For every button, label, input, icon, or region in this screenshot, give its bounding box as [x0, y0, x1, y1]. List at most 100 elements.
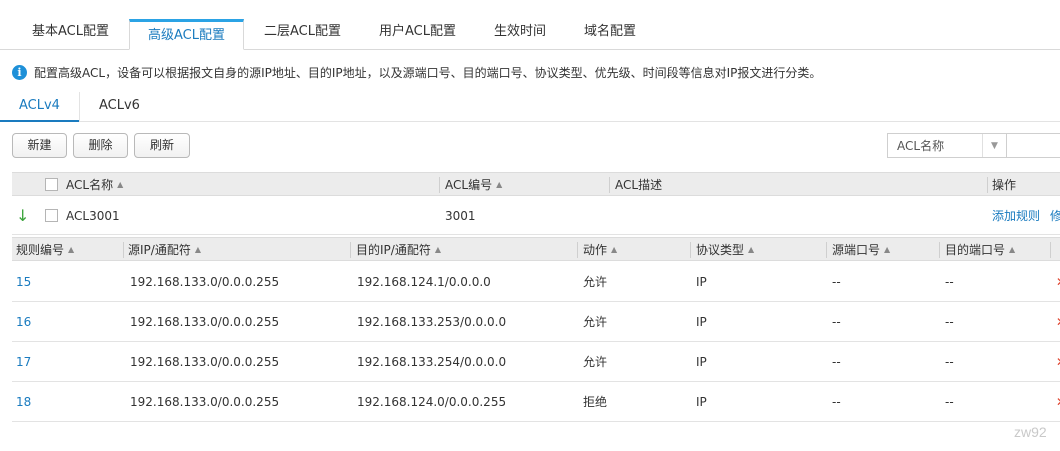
rule-id-link[interactable]: 17	[16, 342, 31, 381]
destination-ip-cell: 192.168.133.254/0.0.0.0	[357, 354, 507, 369]
table-row: ↓ ACL3001 3001 添加规则 修	[12, 197, 1060, 235]
info-message: i 配置高级ACL，设备可以根据报文自身的源IP地址、目的IP地址，以及源端口号…	[12, 62, 821, 82]
source-ip-cell: 192.168.133.0/0.0.0.255	[130, 314, 280, 329]
rule-id-link[interactable]: 18	[16, 382, 31, 421]
sort-up-icon: ▲	[748, 244, 755, 254]
row-checkbox[interactable]	[45, 209, 58, 222]
col-acl-name-label: ACL名称	[66, 177, 114, 192]
destination-port-cell: --	[945, 274, 954, 289]
info-text: 配置高级ACL，设备可以根据报文自身的源IP地址、目的IP地址，以及源端口号、目…	[34, 65, 822, 80]
sort-up-icon: ▲	[117, 179, 124, 189]
col-destination-port[interactable]: 目的端口号 ▲	[945, 238, 1015, 260]
acl-number-cell: 3001	[445, 208, 476, 223]
column-divider	[577, 242, 578, 258]
source-port-cell: --	[832, 314, 841, 329]
tab-advanced-acl[interactable]: 高级ACL配置	[129, 19, 244, 50]
sort-up-icon: ▲	[194, 244, 201, 254]
rule-table-header: 规则编号 ▲ 源IP/通配符 ▲ 目的IP/通配符 ▲ 动作 ▲ 协议类型 ▲ 源端口号 ▲…	[12, 237, 1060, 261]
sort-up-icon: ▲	[884, 244, 891, 254]
table-row: 16 192.168.133.0/0.0.0.255 192.168.133.2…	[12, 302, 1060, 342]
protocol-cell: IP	[696, 314, 707, 329]
new-button[interactable]: 新建	[12, 133, 67, 158]
sort-up-icon: ▲	[496, 179, 503, 189]
destination-port-cell: --	[945, 394, 954, 409]
col-source-port-label: 源端口号	[832, 242, 881, 257]
edit-link[interactable]: 修	[1050, 197, 1060, 234]
delete-icon[interactable]: ✕	[1056, 275, 1060, 289]
destination-ip-cell: 192.168.133.253/0.0.0.0	[357, 314, 507, 329]
sort-up-icon: ▲	[434, 244, 441, 254]
column-divider	[690, 242, 691, 258]
col-rule-id-label: 规则编号	[16, 242, 65, 257]
destination-ip-cell: 192.168.124.1/0.0.0.0	[357, 274, 491, 289]
source-port-cell: --	[832, 394, 841, 409]
col-operation: 操作	[992, 173, 1016, 195]
destination-ip-cell: 192.168.124.0/0.0.0.255	[357, 394, 507, 409]
col-source-ip[interactable]: 源IP/通配符 ▲	[128, 238, 201, 260]
rule-id-link[interactable]: 16	[16, 302, 31, 341]
tab-user-acl[interactable]: 用户ACL配置	[361, 17, 474, 49]
tab-basic-acl[interactable]: 基本ACL配置	[14, 17, 127, 49]
table-row: 18 192.168.133.0/0.0.0.255 192.168.124.0…	[12, 382, 1060, 422]
column-divider	[1050, 242, 1051, 258]
col-source-ip-label: 源IP/通配符	[128, 242, 191, 257]
rule-id-link[interactable]: 15	[16, 262, 31, 301]
protocol-cell: IP	[696, 394, 707, 409]
action-cell: 允许	[583, 275, 608, 289]
protocol-cell: IP	[696, 274, 707, 289]
sub-tab-bar: ACLv4 ACLv6	[0, 92, 1060, 122]
info-icon: i	[12, 64, 27, 80]
destination-port-cell: --	[945, 314, 954, 329]
refresh-button[interactable]: 刷新	[134, 133, 190, 158]
tab-aclv6[interactable]: ACLv6	[80, 92, 159, 122]
col-acl-name[interactable]: ACL名称 ▲	[66, 173, 123, 195]
col-destination-ip-label: 目的IP/通配符	[356, 242, 431, 257]
column-divider	[609, 177, 610, 193]
col-protocol[interactable]: 协议类型 ▲	[696, 238, 754, 260]
col-destination-port-label: 目的端口号	[945, 242, 1006, 257]
col-action[interactable]: 动作 ▲	[583, 238, 617, 260]
source-ip-cell: 192.168.133.0/0.0.0.255	[130, 274, 280, 289]
sort-up-icon: ▲	[68, 244, 75, 254]
delete-icon[interactable]: ✕	[1056, 395, 1060, 409]
top-tab-bar: 基本ACL配置 高级ACL配置 二层ACL配置 用户ACL配置 生效时间 域名配…	[0, 0, 1060, 50]
add-rule-link[interactable]: 添加规则	[992, 197, 1040, 234]
delete-button[interactable]: 删除	[73, 133, 128, 158]
source-ip-cell: 192.168.133.0/0.0.0.255	[130, 354, 280, 369]
delete-icon[interactable]: ✕	[1056, 355, 1060, 369]
column-divider	[826, 242, 827, 258]
search-field-label: ACL名称	[897, 139, 945, 153]
col-acl-description: ACL描述	[615, 173, 662, 195]
delete-icon[interactable]: ✕	[1056, 315, 1060, 329]
column-divider	[350, 242, 351, 258]
col-protocol-label: 协议类型	[696, 242, 745, 257]
tab-effective-time[interactable]: 生效时间	[476, 17, 564, 49]
col-acl-number-label: ACL编号	[445, 177, 493, 192]
source-port-cell: --	[832, 274, 841, 289]
column-divider	[987, 177, 988, 193]
tab-aclv4[interactable]: ACLv4	[0, 92, 79, 122]
arrow-down-icon[interactable]: ↓	[16, 206, 29, 225]
protocol-cell: IP	[696, 354, 707, 369]
col-acl-number[interactable]: ACL编号 ▲	[445, 173, 502, 195]
sort-up-icon: ▲	[1009, 244, 1016, 254]
col-acl-description-label: ACL描述	[615, 177, 663, 192]
watermark: zw92	[1014, 424, 1047, 440]
select-all-checkbox[interactable]	[45, 177, 58, 191]
sort-up-icon: ▲	[611, 244, 618, 254]
chevron-down-icon[interactable]: ▼	[982, 134, 1006, 157]
action-cell: 拒绝	[583, 395, 608, 409]
tab-layer2-acl[interactable]: 二层ACL配置	[246, 17, 359, 49]
source-ip-cell: 192.168.133.0/0.0.0.255	[130, 394, 280, 409]
source-port-cell: --	[832, 354, 841, 369]
search-input[interactable]	[1007, 133, 1060, 158]
destination-port-cell: --	[945, 354, 954, 369]
search-field-select[interactable]: ACL名称 ▼	[887, 133, 1007, 158]
tab-domain-config[interactable]: 域名配置	[566, 17, 654, 49]
col-rule-id[interactable]: 规则编号 ▲	[16, 238, 74, 260]
column-divider	[939, 242, 940, 258]
col-source-port[interactable]: 源端口号 ▲	[832, 238, 890, 260]
action-cell: 允许	[583, 355, 608, 369]
table-row: 15 192.168.133.0/0.0.0.255 192.168.124.1…	[12, 262, 1060, 302]
col-destination-ip[interactable]: 目的IP/通配符 ▲	[356, 238, 441, 260]
